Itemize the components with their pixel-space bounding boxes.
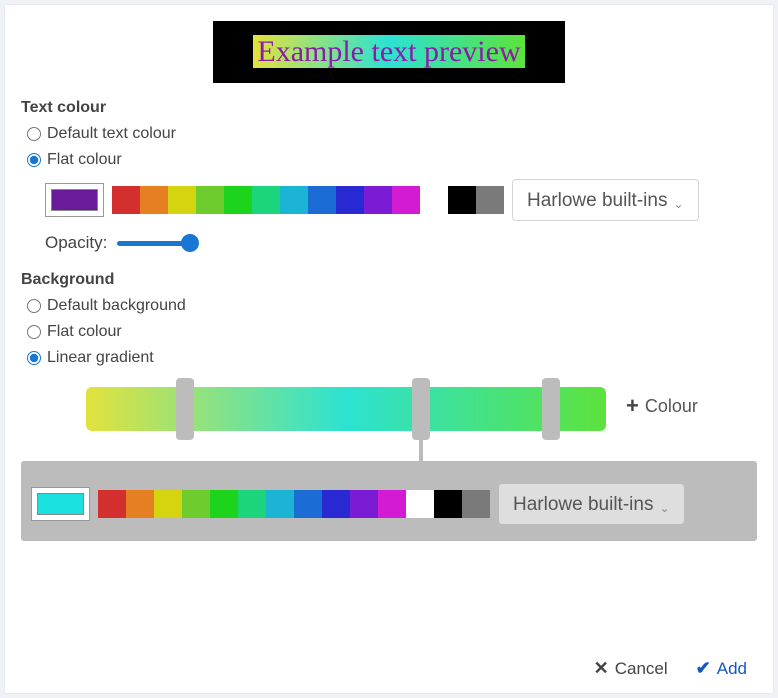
palette-swatch[interactable] [336,186,364,214]
gradient-bar[interactable] [86,387,606,431]
gradient-area: + Colour Harlowe built-ins ⌄ [21,387,757,541]
gradient-row: + Colour [21,387,757,461]
add-colour-button[interactable]: + Colour [626,387,698,419]
radio-flat-text-colour-label: Flat colour [47,151,122,169]
radio-linear-gradient-label: Linear gradient [47,349,154,367]
palette-swatch[interactable] [462,490,490,518]
palette-swatch[interactable] [182,490,210,518]
opacity-row: Opacity: [45,233,757,253]
radio-flat-text-colour-input[interactable] [27,153,41,167]
stop-colour-row: Harlowe built-ins ⌄ [31,483,747,525]
text-colour-well-inner [51,189,98,211]
palette-swatch[interactable] [294,490,322,518]
palette-swatch[interactable] [280,186,308,214]
stop-colour-well[interactable] [31,487,90,521]
palette-swatch[interactable] [420,186,448,214]
palette-swatch[interactable] [364,186,392,214]
palette-swatch[interactable] [168,186,196,214]
chevron-down-icon: ⌄ [659,501,669,515]
radio-flat-background-input[interactable] [27,325,41,339]
palette-swatch[interactable] [98,490,126,518]
preview-box: Example text preview [213,21,564,83]
palette-swatch[interactable] [378,490,406,518]
radio-default-text-colour[interactable]: Default text colour [27,125,757,143]
palette-swatch[interactable] [196,186,224,214]
radio-default-text-colour-input[interactable] [27,127,41,141]
text-colour-well[interactable] [45,183,104,217]
gradient-handle-3[interactable] [542,378,560,440]
dialog-content: Example text preview Text colour Default… [5,5,773,646]
radio-default-text-colour-label: Default text colour [47,125,176,143]
palette-swatch[interactable] [154,490,182,518]
gradient-wrap [86,387,606,461]
preview-text: Example text preview [253,35,524,68]
stop-colour-palette [98,490,490,518]
radio-flat-background-label: Flat colour [47,323,122,341]
add-colour-label: Colour [645,396,698,417]
gradient-handle-2[interactable] [412,378,430,440]
palette-swatch[interactable] [224,186,252,214]
radio-default-background-input[interactable] [27,299,41,313]
stop-colour-builtins-label: Harlowe built-ins [513,494,653,516]
palette-swatch[interactable] [252,186,280,214]
opacity-label: Opacity: [45,233,107,253]
text-colour-heading: Text colour [21,99,757,117]
palette-swatch[interactable] [322,490,350,518]
text-colour-row: Harlowe built-ins ⌄ [45,179,757,221]
palette-swatch[interactable] [406,490,434,518]
add-button[interactable]: ✔ Add [696,658,747,679]
cancel-label: Cancel [615,659,668,679]
palette-swatch[interactable] [140,186,168,214]
radio-linear-gradient[interactable]: Linear gradient [27,349,757,367]
palette-swatch[interactable] [476,186,504,214]
gradient-stop-editor: Harlowe built-ins ⌄ [21,461,757,541]
radio-default-background-label: Default background [47,297,186,315]
cancel-button[interactable]: ✕ Cancel [594,658,668,679]
palette-swatch[interactable] [448,186,476,214]
radio-linear-gradient-input[interactable] [27,351,41,365]
gradient-handle-1[interactable] [176,378,194,440]
text-colour-builtins-button[interactable]: Harlowe built-ins ⌄ [512,179,699,221]
palette-swatch[interactable] [210,490,238,518]
preview-area: Example text preview [21,21,757,83]
palette-swatch[interactable] [112,186,140,214]
palette-swatch[interactable] [434,490,462,518]
palette-swatch[interactable] [350,490,378,518]
palette-swatch[interactable] [238,490,266,518]
palette-swatch[interactable] [308,186,336,214]
dialog-footer: ✕ Cancel ✔ Add [5,646,773,693]
chevron-down-icon: ⌄ [673,197,683,211]
close-icon: ✕ [594,658,609,679]
check-icon: ✔ [696,658,711,679]
text-colour-palette [112,186,504,214]
plus-icon: + [626,393,639,419]
palette-swatch[interactable] [392,186,420,214]
text-colour-builtins-label: Harlowe built-ins [527,190,667,212]
opacity-slider[interactable] [117,233,197,253]
slider-thumb[interactable] [181,234,199,252]
radio-flat-background[interactable]: Flat colour [27,323,757,341]
style-dialog: Example text preview Text colour Default… [5,5,773,693]
palette-swatch[interactable] [126,490,154,518]
add-label: Add [717,659,747,679]
background-heading: Background [21,271,757,289]
stop-colour-well-inner [37,493,84,515]
radio-flat-text-colour[interactable]: Flat colour [27,151,757,169]
stop-colour-builtins-button[interactable]: Harlowe built-ins ⌄ [498,483,685,525]
palette-swatch[interactable] [266,490,294,518]
radio-default-background[interactable]: Default background [27,297,757,315]
